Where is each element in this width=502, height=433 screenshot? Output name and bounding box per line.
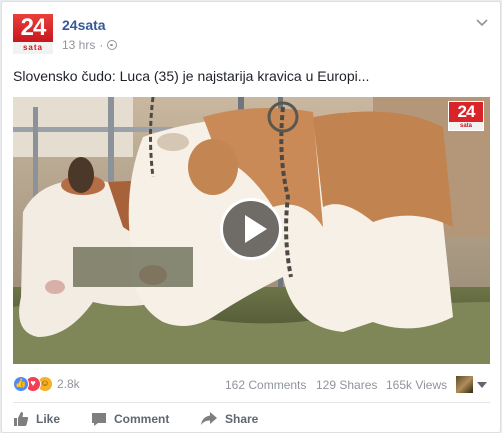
avatar-logo-subtext: sata <box>13 42 53 54</box>
avatar-logo-text: 24 <box>13 14 53 42</box>
engagement-stats: 👍 ♥ ☺ 2.8k 162 Comments 129 Shares 165k … <box>13 372 490 396</box>
post-meta: 13 hrs · <box>62 38 118 52</box>
views-count: 165k Views <box>386 378 448 392</box>
thumbs-up-icon <box>14 412 29 426</box>
page-name-link[interactable]: 24sata <box>62 17 106 33</box>
comment-label: Comment <box>114 412 170 426</box>
post-options-button[interactable] <box>474 16 490 28</box>
video-player[interactable]: 24 sata <box>13 97 490 364</box>
globe-icon <box>107 40 118 50</box>
comments-count-link[interactable]: 162 Comments <box>225 378 306 392</box>
viewer-avatar[interactable] <box>456 376 473 393</box>
like-reaction-icon: 👍 <box>13 376 29 392</box>
chevron-down-icon <box>476 19 488 27</box>
actions-divider <box>13 402 490 403</box>
comment-button[interactable]: Comment <box>91 408 169 430</box>
reaction-count[interactable]: 2.8k <box>57 377 80 391</box>
play-button[interactable] <box>220 198 282 260</box>
like-label: Like <box>36 412 61 426</box>
shares-count-link[interactable]: 129 Shares <box>316 378 377 392</box>
post-card: 24 sata 24sata 13 hrs · Slovensko čudo: … <box>1 1 501 433</box>
meta-separator: · <box>99 38 104 52</box>
share-label: Share <box>225 412 259 426</box>
share-arrow-icon <box>201 412 217 425</box>
action-bar: Like Comment Share <box>13 408 490 432</box>
comment-bubble-icon <box>92 413 106 426</box>
post-timestamp[interactable]: 13 hrs <box>62 38 95 52</box>
post-text: Slovensko čudo: Luca (35) je najstarija … <box>13 68 370 84</box>
watermark-text: 24 <box>457 102 476 121</box>
share-button[interactable]: Share <box>200 408 258 430</box>
page-avatar[interactable]: 24 sata <box>13 14 53 54</box>
watermark-subtext: sata <box>449 122 483 130</box>
reactions-summary[interactable]: 👍 ♥ ☺ 2.8k <box>13 376 80 392</box>
caret-down-icon[interactable] <box>477 382 487 388</box>
channel-watermark: 24 sata <box>448 101 484 131</box>
like-button[interactable]: Like <box>13 408 60 430</box>
